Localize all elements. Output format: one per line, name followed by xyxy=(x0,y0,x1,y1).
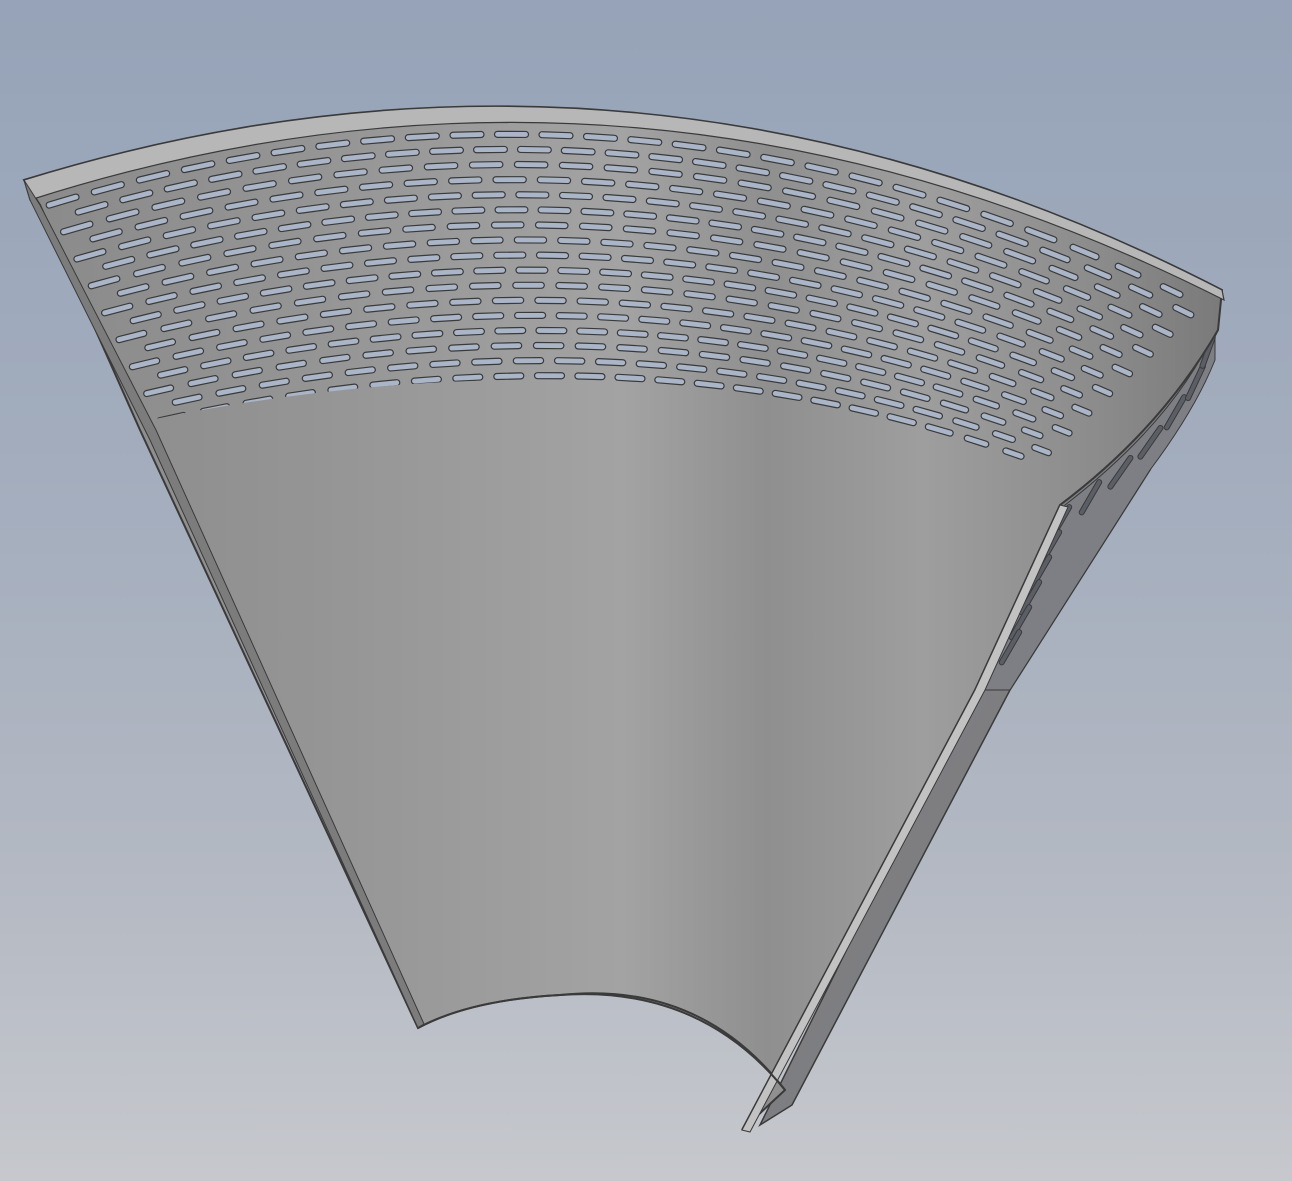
perforation-slot xyxy=(578,222,613,232)
perforation-slot xyxy=(470,236,504,245)
perforation-slot xyxy=(555,281,588,290)
perforation-slot xyxy=(534,221,569,230)
perforation-slot xyxy=(616,344,648,353)
perforation-slot xyxy=(580,177,616,187)
perforation-slot xyxy=(425,283,459,293)
perforation-slot xyxy=(535,251,570,260)
perforation-slot xyxy=(427,192,462,201)
perforation-slot xyxy=(555,311,588,320)
perforation-slot xyxy=(493,372,525,381)
perforation-slot xyxy=(471,191,506,199)
perforation-slot xyxy=(532,341,565,350)
perforation-slot xyxy=(576,327,609,336)
3d-viewport[interactable] xyxy=(0,0,1292,1181)
perforation-slot xyxy=(403,178,438,187)
perforation-slot xyxy=(594,358,627,367)
perforation-slot xyxy=(408,208,443,218)
perforation-slot xyxy=(490,221,525,229)
perforation-slot xyxy=(493,251,527,259)
perforation-slot xyxy=(472,312,505,321)
perforation-slot xyxy=(430,268,464,277)
perforation-slot xyxy=(597,313,630,322)
perforation-slot xyxy=(553,357,586,365)
perforation-slot xyxy=(492,176,527,184)
perforation-slot xyxy=(616,329,649,339)
perforation-slot xyxy=(423,161,459,171)
perforation-slot xyxy=(471,357,503,366)
perforation-slot xyxy=(558,161,594,171)
perforation-slot xyxy=(468,160,504,169)
perforation-slot xyxy=(578,252,612,262)
perforation-slot xyxy=(494,206,529,214)
perforation-slot xyxy=(449,130,485,139)
perforation-slot xyxy=(491,296,525,305)
perforation-slot xyxy=(430,313,463,323)
perforation-slot xyxy=(513,160,549,169)
perforation-slot xyxy=(574,342,607,351)
perforation-slot xyxy=(429,146,464,155)
perforation-slot xyxy=(494,326,527,335)
perforation-slot xyxy=(534,296,567,305)
perforation-slot xyxy=(449,297,482,306)
perforation-slot xyxy=(515,266,549,274)
perforation-slot xyxy=(453,327,485,337)
perforation-slot xyxy=(598,283,631,293)
perforation-slot xyxy=(533,372,566,380)
perforation-slot xyxy=(557,266,591,276)
perforation-slot xyxy=(580,207,615,217)
perforation-slot xyxy=(574,372,606,381)
perforation-slot xyxy=(560,146,596,156)
perforation-slot xyxy=(404,132,440,142)
perforation-slot xyxy=(493,130,530,139)
perforation-slot xyxy=(473,266,507,275)
perforation-slot xyxy=(516,145,552,154)
perforation-slot xyxy=(512,356,545,365)
perforation-slot xyxy=(468,281,502,290)
perforation-slot xyxy=(450,252,484,261)
perforation-slot xyxy=(448,343,480,352)
perforation-slot xyxy=(452,373,484,382)
perforation-slot xyxy=(490,342,523,350)
perforation-slot xyxy=(535,326,568,335)
perforation-slot xyxy=(513,236,548,244)
perforation-slot xyxy=(512,281,545,289)
perforation-slot xyxy=(614,373,646,383)
perforation-slot xyxy=(448,176,483,185)
perforation-slot xyxy=(515,191,550,199)
perforation-slot xyxy=(426,237,461,247)
perforation-slot xyxy=(473,145,508,154)
perforation-slot xyxy=(536,176,572,185)
conical-shell-model[interactable] xyxy=(0,0,1292,1181)
perforation-slot xyxy=(576,297,609,306)
perforation-slot xyxy=(446,221,481,231)
perforation-slot xyxy=(537,206,572,215)
perforation-slot xyxy=(558,191,594,201)
perforation-slot xyxy=(514,311,547,320)
perforation-slot xyxy=(429,359,461,369)
perforation-slot xyxy=(599,268,633,278)
perforation-slot xyxy=(557,236,591,245)
perforation-slot xyxy=(451,206,486,215)
perforation-slot xyxy=(538,131,574,140)
perforation-slot xyxy=(600,238,634,248)
